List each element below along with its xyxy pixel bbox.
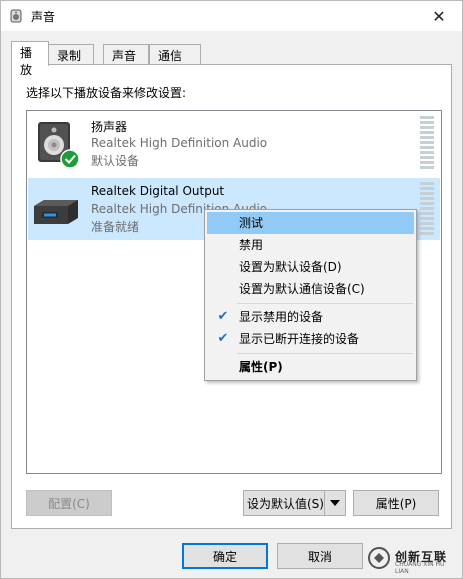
menu-item-label: 显示已断开连接的设备 (239, 332, 360, 346)
close-icon: ✕ (432, 6, 446, 26)
dropdown-arrow-icon[interactable] (324, 491, 345, 515)
menu-item-set-default-device[interactable]: 设置为默认设备(D) (207, 256, 414, 278)
device-name: 扬声器 (91, 120, 128, 134)
cancel-button[interactable]: 取消 (277, 543, 363, 569)
menu-item-set-default-comm-device[interactable]: 设置为默认通信设备(C) (207, 278, 414, 300)
device-status: 准备就绪 (91, 220, 140, 234)
menu-item-test[interactable]: 测试 (207, 212, 414, 234)
menu-item-label: 禁用 (239, 238, 264, 252)
volume-meter (420, 182, 434, 237)
menu-separator (237, 353, 413, 354)
volume-meter (420, 116, 434, 171)
tab-sounds[interactable]: 声音 (103, 44, 149, 64)
menu-item-show-disabled[interactable]: ✔ 显示禁用的设备 (207, 306, 414, 328)
tab-communications[interactable]: 通信 (149, 44, 201, 64)
properties-button[interactable]: 属性(P) (353, 490, 439, 516)
instruction-text: 选择以下播放设备来修改设置: (26, 86, 187, 100)
ok-button[interactable]: 确定 (182, 543, 268, 569)
close-button[interactable]: ✕ (416, 1, 462, 31)
watermark-logo: 创新互联 CHUANG XIN HU LIAN (367, 546, 459, 575)
menu-item-properties[interactable]: 属性(P) (207, 356, 414, 378)
tab-playback[interactable]: 播放 (11, 41, 49, 77)
title-bar: 声音 ✕ (1, 1, 462, 31)
digital-output-icon (34, 200, 78, 224)
speaker-icon (38, 122, 80, 169)
speaker-app-icon (10, 9, 22, 23)
menu-item-label: 显示禁用的设备 (239, 310, 324, 324)
check-icon: ✔ (217, 309, 229, 324)
set-default-label: 设为默认值(S) (247, 496, 324, 511)
window-title: 声音 (31, 10, 56, 24)
set-default-split-button[interactable]: 设为默认值(S) (243, 490, 346, 516)
menu-item-show-disconnected[interactable]: ✔ 显示已断开连接的设备 (207, 328, 414, 350)
menu-item-label: 设置为默认设备(D) (239, 260, 342, 274)
check-icon: ✔ (217, 331, 229, 346)
device-item-speakers[interactable]: 扬声器 Realtek High Definition Audio 默认设备 (28, 112, 440, 174)
default-check-icon (60, 149, 80, 169)
configure-button[interactable]: 配置(C) (26, 490, 112, 516)
menu-separator (237, 303, 413, 304)
tab-recording[interactable]: 录制 (48, 44, 94, 64)
menu-item-label: 测试 (239, 216, 264, 230)
menu-item-label: 属性(P) (239, 360, 283, 374)
watermark-subtext: CHUANG XIN HU LIAN (395, 561, 445, 575)
watermark-icon (368, 547, 390, 569)
menu-item-disable[interactable]: 禁用 (207, 234, 414, 256)
device-name: Realtek Digital Output (91, 184, 225, 198)
context-menu: 测试 禁用 设置为默认设备(D) 设置为默认通信设备(C) ✔ 显示禁用的设备 … (204, 209, 417, 381)
device-status: 默认设备 (91, 154, 140, 168)
menu-item-label: 设置为默认通信设备(C) (239, 282, 365, 296)
device-description: Realtek High Definition Audio (91, 136, 268, 150)
